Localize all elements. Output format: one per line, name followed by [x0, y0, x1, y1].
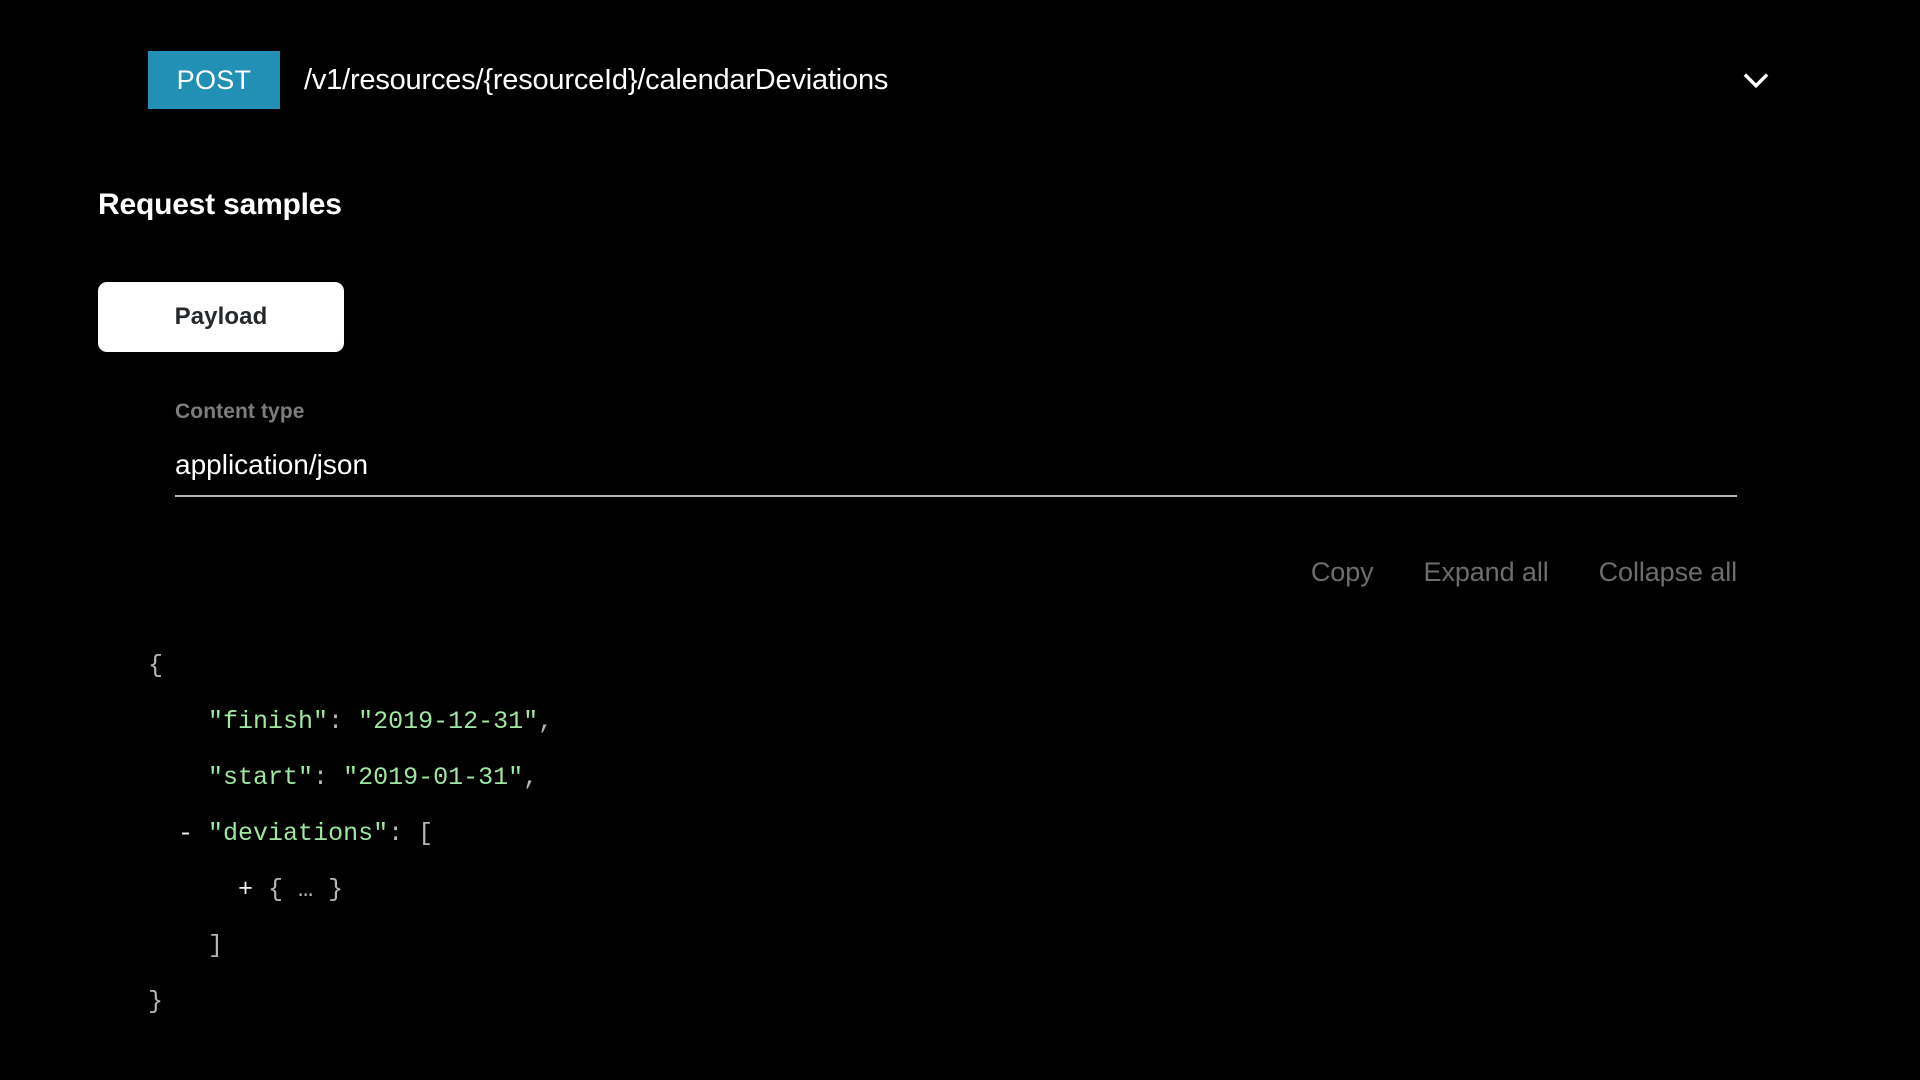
api-reference-page: POST /v1/resources/{resourceId}/calendar…: [0, 0, 1920, 1080]
operation-path: /v1/resources/{resourceId}/calendarDevia…: [304, 63, 889, 96]
code-line: "finish": "2019-12-31",: [148, 694, 1748, 750]
content-type-block: Content type application/json: [175, 400, 1737, 497]
code-punctuation: [: [418, 819, 434, 848]
json-key: "start": [208, 763, 314, 792]
code-punctuation: {: [148, 651, 164, 680]
code-punctuation: ,: [523, 763, 539, 792]
code-line: ]: [148, 918, 1748, 974]
code-punctuation: ]: [208, 931, 224, 960]
code-line: {: [148, 638, 1748, 694]
code-punctuation: :: [388, 819, 419, 848]
code-punctuation: ,: [538, 707, 554, 736]
code-line: + { … }: [148, 862, 1748, 918]
chevron-down-icon[interactable]: [1734, 58, 1778, 102]
content-type-label: Content type: [175, 400, 305, 423]
http-method-badge: POST: [148, 51, 280, 109]
json-key: "finish": [208, 707, 329, 736]
code-line: "start": "2019-01-31",: [148, 750, 1748, 806]
collapse-all-button[interactable]: Collapse all: [1599, 557, 1737, 588]
operation-header[interactable]: POST /v1/resources/{resourceId}/calendar…: [148, 44, 1778, 116]
code-punctuation: }: [148, 987, 164, 1016]
expand-all-button[interactable]: Expand all: [1424, 557, 1549, 588]
copy-button[interactable]: Copy: [1311, 557, 1374, 588]
json-string-value: "2019-12-31": [358, 707, 539, 736]
json-key: "deviations": [208, 819, 389, 848]
content-type-select[interactable]: application/json: [175, 449, 1737, 497]
collapse-node-toggle[interactable]: -: [178, 819, 193, 848]
tab-payload[interactable]: Payload: [98, 282, 344, 352]
code-punctuation: :: [328, 707, 359, 736]
code-toggle-spacer: [193, 819, 208, 848]
code-line: }: [148, 974, 1748, 1030]
request-sample-tabs: Payload: [98, 282, 344, 352]
code-punctuation: :: [313, 763, 344, 792]
expand-node-toggle[interactable]: +: [238, 875, 253, 904]
code-toolbar: Copy Expand all Collapse all: [1311, 557, 1737, 588]
json-string-value: "2019-01-31": [343, 763, 524, 792]
code-line: - "deviations": [: [148, 806, 1748, 862]
collapsed-content-ellipsis: …: [298, 875, 314, 904]
code-toggle-spacer: [253, 875, 268, 904]
json-code-viewer[interactable]: { "finish": "2019-12-31", "start": "2019…: [148, 638, 1748, 1030]
code-punctuation: {: [268, 875, 299, 904]
code-punctuation: }: [313, 875, 344, 904]
page-title: Request samples: [98, 188, 342, 221]
